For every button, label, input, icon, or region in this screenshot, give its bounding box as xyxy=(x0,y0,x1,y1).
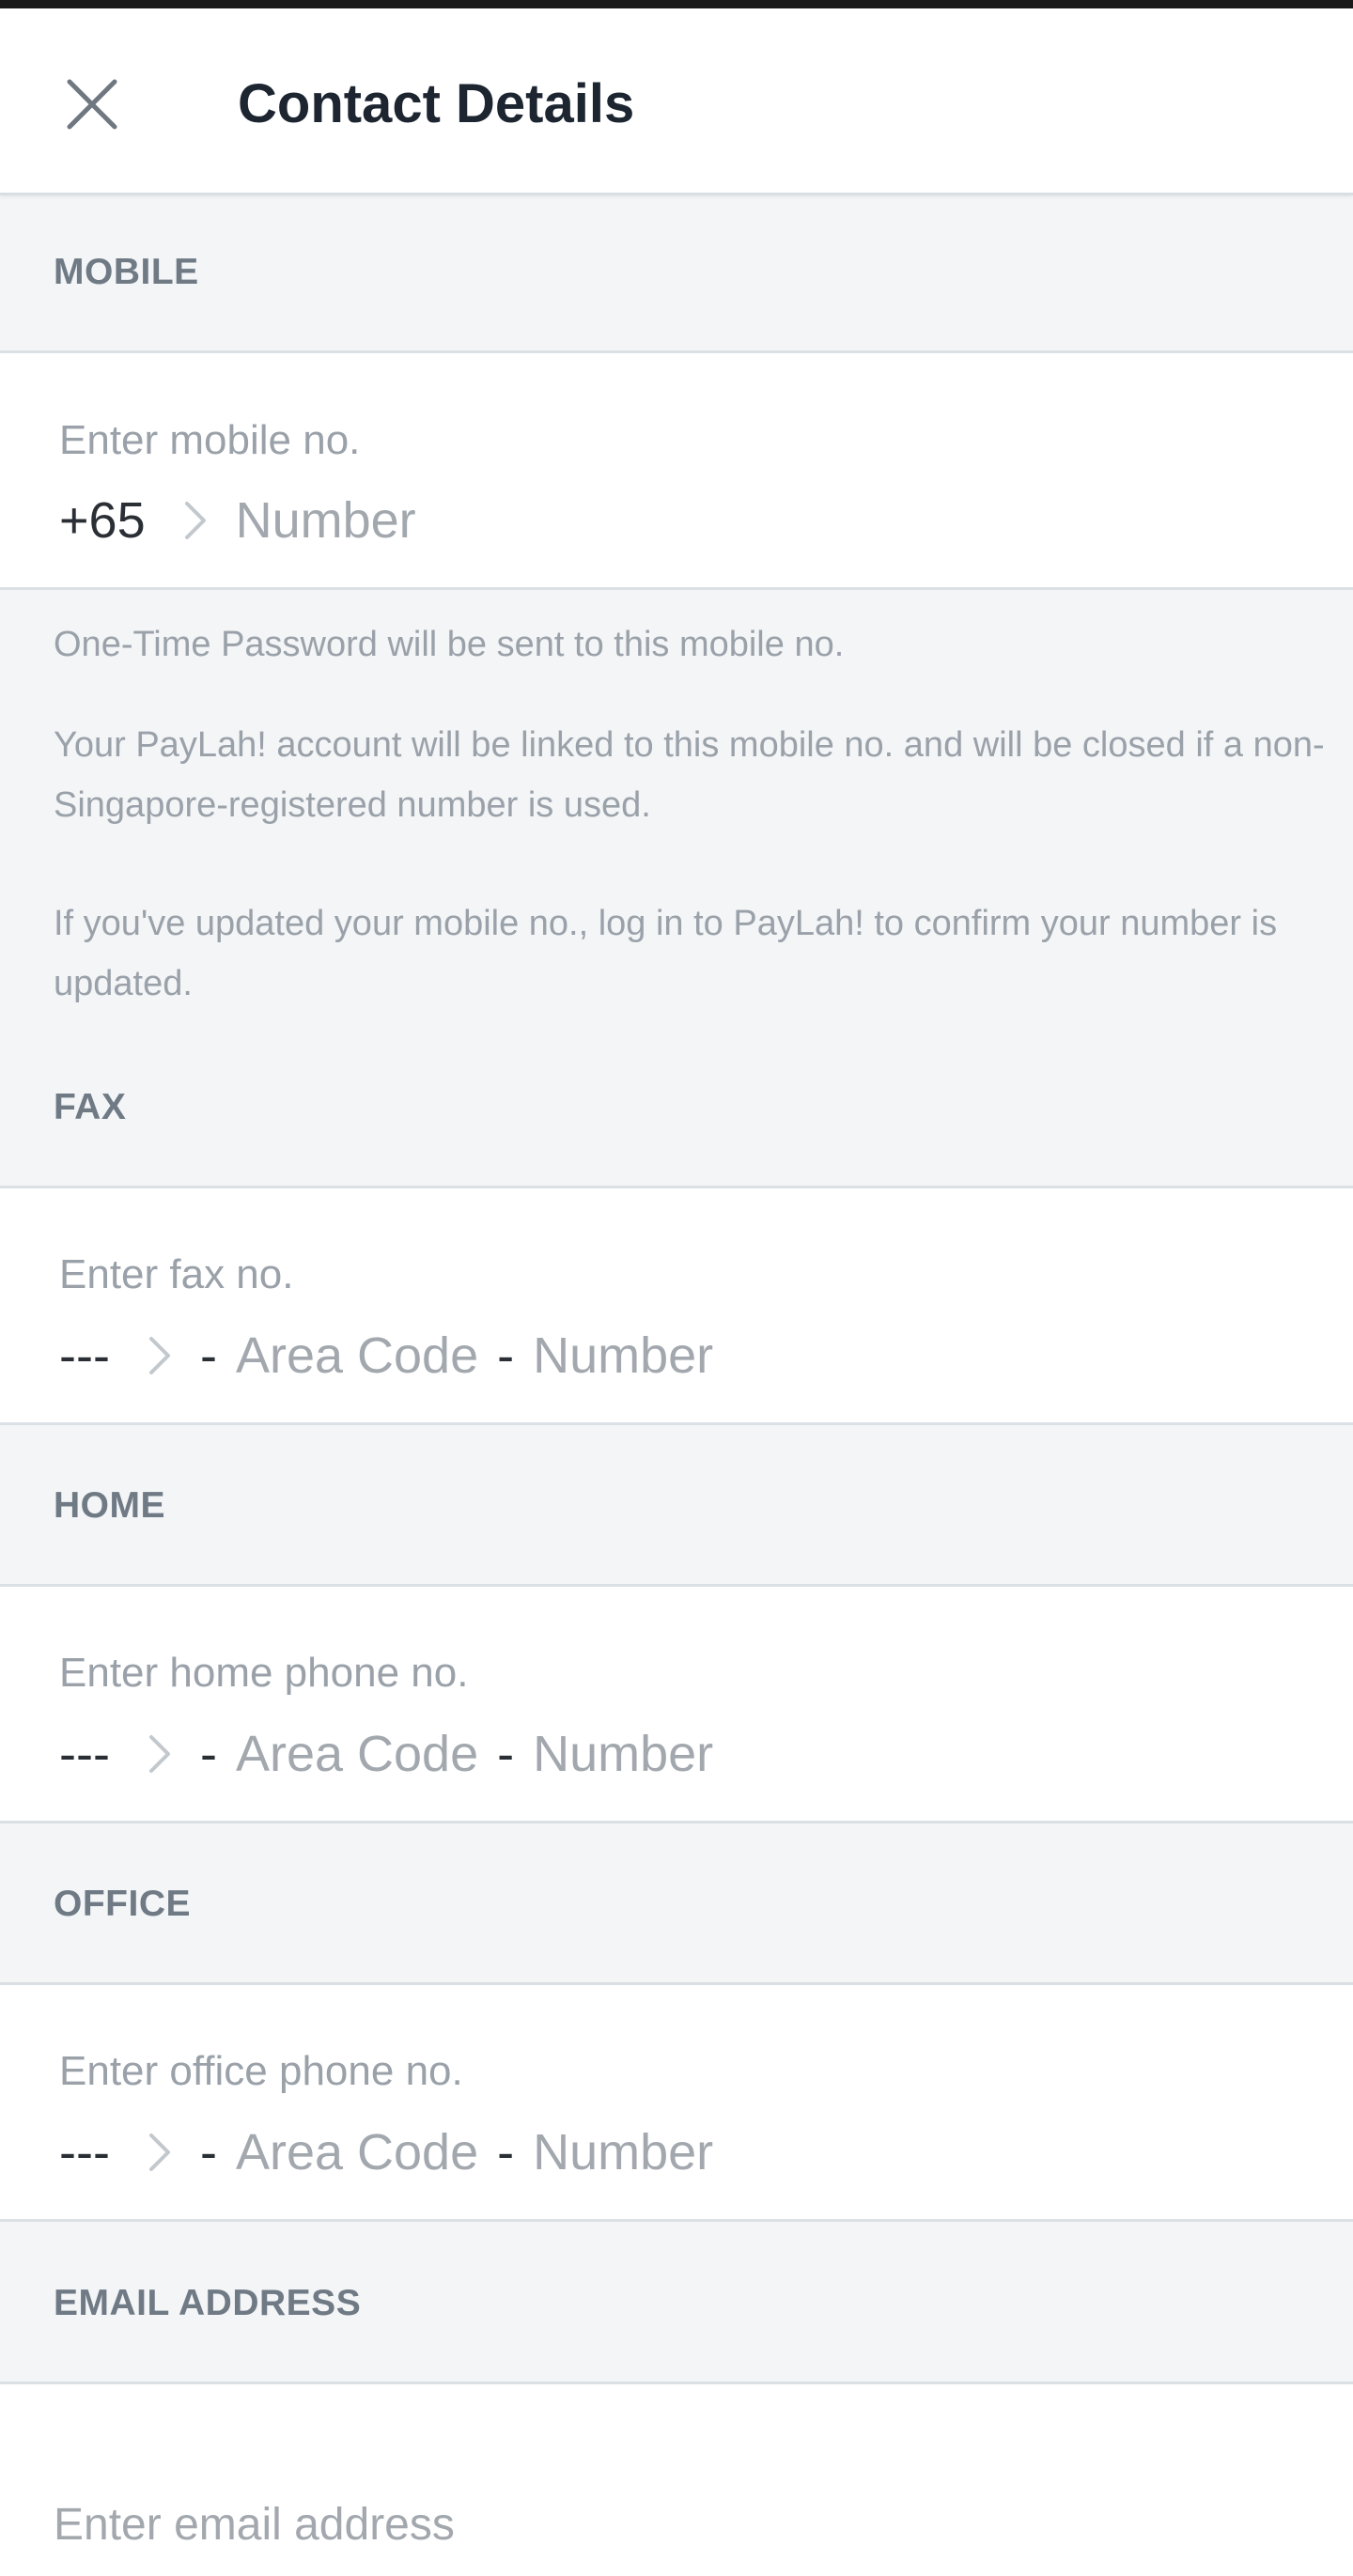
home-area-code-input[interactable]: Area Code xyxy=(236,1725,478,1783)
office-field-label: Enter office phone no. xyxy=(59,2048,463,2094)
fax-number-input[interactable]: Number xyxy=(533,1327,713,1385)
close-button[interactable] xyxy=(53,65,132,144)
fax-separator: - xyxy=(199,1327,217,1384)
fax-input-row: --- - Area Code - Number xyxy=(59,1323,713,1389)
otp-note: One-Time Password will be sent to this m… xyxy=(54,625,845,664)
mobile-input-row: +65 Number xyxy=(59,488,416,553)
paylah-link-note: Your PayLah! account will be linked to t… xyxy=(54,725,1325,825)
office-country-code[interactable]: --- xyxy=(59,2123,110,2181)
fax-separator-2: - xyxy=(497,1327,515,1384)
paylah-update-note: If you've updated your mobile no., log i… xyxy=(54,904,1278,1003)
home-input-row: --- - Area Code - Number xyxy=(59,1721,713,1787)
email-input[interactable]: Enter email address xyxy=(54,2499,455,2551)
fax-country-code[interactable]: --- xyxy=(59,1327,110,1385)
page-title: Contact Details xyxy=(238,73,635,134)
country-code-chevron-icon[interactable] xyxy=(183,500,208,541)
section-label-fax: FAX xyxy=(54,1087,127,1127)
fax-area-code-input[interactable]: Area Code xyxy=(236,1327,478,1385)
home-field-card xyxy=(0,1584,1353,1823)
office-separator: - xyxy=(199,2124,217,2180)
status-bar xyxy=(0,0,1353,8)
office-number-input[interactable]: Number xyxy=(533,2123,713,2181)
mobile-field-label: Enter mobile no. xyxy=(59,417,361,463)
home-separator-2: - xyxy=(497,1726,515,1782)
close-icon xyxy=(67,79,117,130)
fax-field-card xyxy=(0,1186,1353,1425)
section-label-home: HOME xyxy=(54,1485,165,1526)
mobile-country-code[interactable]: +65 xyxy=(59,491,146,550)
mobile-number-input[interactable]: Number xyxy=(236,491,416,550)
office-separator-2: - xyxy=(497,2124,515,2180)
section-label-mobile: MOBILE xyxy=(54,252,199,292)
section-label-email: EMAIL ADDRESS xyxy=(54,2283,362,2323)
home-separator: - xyxy=(199,1726,217,1782)
home-country-code[interactable]: --- xyxy=(59,1725,110,1783)
mobile-field-card xyxy=(0,350,1353,590)
section-label-office: OFFICE xyxy=(54,1884,191,1924)
home-chevron-icon[interactable] xyxy=(148,1733,172,1775)
office-area-code-input[interactable]: Area Code xyxy=(236,2123,478,2181)
fax-chevron-icon[interactable] xyxy=(148,1335,172,1376)
app-header: Contact Details xyxy=(0,8,1353,195)
fax-field-label: Enter fax no. xyxy=(59,1251,294,1297)
office-input-row: --- - Area Code - Number xyxy=(59,2119,713,2185)
home-number-input[interactable]: Number xyxy=(533,1725,713,1783)
office-chevron-icon[interactable] xyxy=(148,2132,172,2173)
home-field-label: Enter home phone no. xyxy=(59,1650,469,1696)
office-field-card xyxy=(0,1982,1353,2222)
